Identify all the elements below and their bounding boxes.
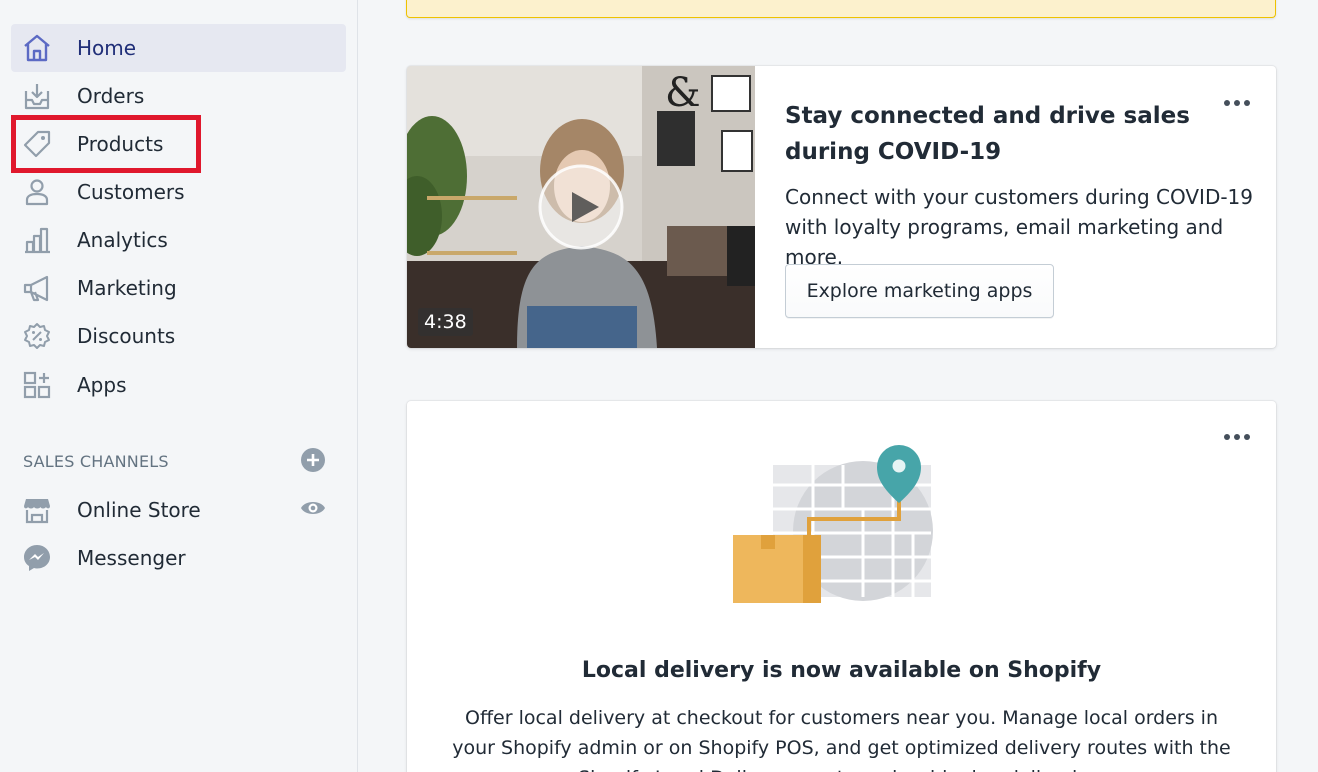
sidebar-item-messenger[interactable]: Messenger: [11, 534, 346, 582]
add-sales-channel-button[interactable]: [299, 448, 327, 476]
notice-banner: [406, 0, 1276, 18]
bar-chart-icon: [21, 224, 53, 256]
products-highlight-box: [11, 115, 201, 173]
messenger-icon: [21, 542, 53, 574]
more-horizontal-icon: [1223, 92, 1251, 111]
sidebar-item-discounts[interactable]: Discounts: [11, 312, 346, 360]
eye-icon: [300, 495, 326, 525]
card-description: Offer local delivery at checkout for cus…: [452, 707, 1231, 772]
discount-badge-icon: [21, 320, 53, 352]
sidebar-item-home[interactable]: Home: [11, 24, 346, 72]
view-online-store-button[interactable]: [299, 496, 327, 524]
sidebar-item-label: Marketing: [77, 276, 177, 300]
card-menu-button[interactable]: [1221, 427, 1253, 443]
play-icon[interactable]: [538, 164, 624, 250]
orders-icon: [21, 80, 53, 112]
video-thumbnail[interactable]: & 4:38: [407, 66, 755, 348]
plus-circle-icon: [300, 447, 326, 477]
sidebar-item-orders[interactable]: Orders: [11, 72, 346, 120]
person-icon: [21, 176, 53, 208]
sidebar-item-online-store[interactable]: Online Store: [11, 486, 346, 534]
card-menu-button[interactable]: [1221, 93, 1253, 109]
sidebar-item-label: Apps: [77, 373, 127, 397]
home-icon: [21, 32, 53, 64]
sidebar-item-marketing[interactable]: Marketing: [11, 264, 346, 312]
store-icon: [21, 494, 53, 526]
more-horizontal-icon: [1223, 426, 1251, 445]
explore-marketing-apps-button[interactable]: Explore marketing apps: [785, 264, 1054, 318]
sales-channels-title: SALES CHANNELS: [23, 452, 169, 471]
sidebar-item-analytics[interactable]: Analytics: [11, 216, 346, 264]
sidebar-item-label: Home: [77, 36, 137, 60]
svg-text:&: &: [665, 70, 701, 116]
sidebar-item-label: Messenger: [77, 546, 186, 570]
card-title: Local delivery is now available on Shopi…: [581, 658, 1102, 683]
sidebar-item-customers[interactable]: Customers: [11, 168, 346, 216]
video-duration: 4:38: [418, 308, 473, 336]
delivery-illustration: [733, 445, 933, 603]
card-title: Stay connected and drive sales during CO…: [785, 103, 1190, 165]
sidebar-item-label: Orders: [77, 84, 145, 108]
sidebar-item-label: Discounts: [77, 324, 176, 348]
sidebar-item-apps[interactable]: Apps: [11, 361, 346, 409]
marketing-video-card: & 4:38 Stay connected and drive sales du…: [407, 66, 1276, 348]
local-delivery-card: Local delivery is now available on Shopi…: [407, 401, 1276, 772]
apps-grid-icon: [21, 369, 53, 401]
sidebar-item-label: Analytics: [77, 228, 168, 252]
megaphone-icon: [21, 272, 53, 304]
card-description: Connect with your customers during COVID…: [785, 185, 1254, 269]
sidebar-item-label: Online Store: [77, 498, 201, 522]
sidebar: Home Orders Products Customers Analytics…: [0, 0, 358, 772]
sidebar-item-label: Customers: [77, 180, 185, 204]
